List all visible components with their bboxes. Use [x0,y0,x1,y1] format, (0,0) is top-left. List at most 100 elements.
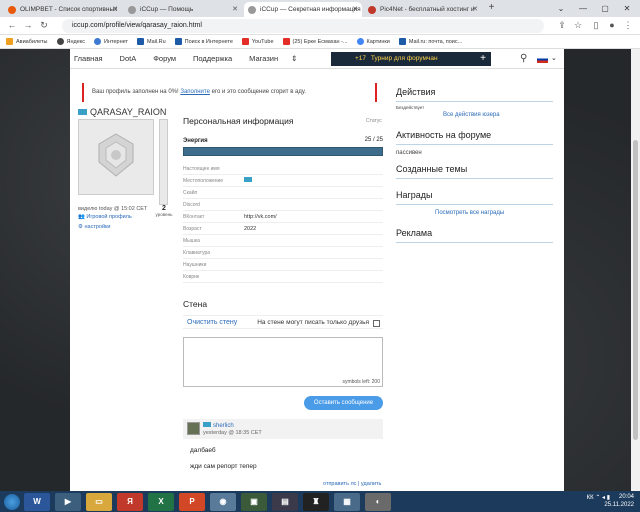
bookmark-item[interactable]: Авиабилеты [6,38,48,45]
forward-icon[interactable]: → [22,20,34,30]
olimpbet-icon [8,5,16,14]
scrollbar-thumb[interactable] [633,140,638,440]
sidebar-icon[interactable]: ▯ [590,20,602,31]
energy-value: 25 / 25 [364,137,383,143]
actions-note: Бездействует [396,105,425,110]
close-icon[interactable]: ✕ [112,5,118,13]
profile-warning: Ваш профиль заполнен на 0%! Заполните ег… [82,83,377,102]
plane-icon [6,38,13,45]
settings-link[interactable]: ⚙ настройки [78,224,111,230]
field-row: ВКонтакт http://vk.com/ [183,211,383,223]
bookmark-item[interactable]: (25) Ерке Есмахан -... [282,38,348,45]
yandex-browser-icon[interactable]: Я [117,492,143,511]
avatar [78,119,154,195]
energy-block: Энергия 25 / 25 [183,137,383,156]
image-viewer-icon[interactable]: ▦ [334,492,360,511]
nav-support[interactable]: Поддержка [193,54,232,63]
wall-message-input[interactable]: symbols left: 200 [183,337,383,387]
tab-olimpbet[interactable]: OLIMPBET - Список спортивных ✕ [4,2,122,17]
send-message-button[interactable]: Оставить сообщение [304,396,383,410]
minimize-icon[interactable]: — [572,0,594,17]
send-pm-link[interactable]: отправить лс [323,481,356,487]
nav-forum[interactable]: Форум [153,54,176,63]
tab-pic4net[interactable]: Pic4Net - бесплатный хостинг и ✕ [364,2,482,17]
mailru-icon [137,38,145,45]
field-row: Клавиатура [183,247,383,259]
app-icon[interactable]: ▣ [241,492,267,511]
game-icon[interactable]: ♜ [303,492,329,511]
field-row: Местоположение [183,175,383,187]
game-profile-link[interactable]: 👥 Игровой профиль [78,214,132,220]
delete-link[interactable]: удалить [361,481,382,487]
nav-home[interactable]: Главная [74,54,103,63]
friends-only-checkbox[interactable] [373,320,380,327]
youtube-icon [241,38,249,45]
bookmark-item[interactable]: YouTube [241,38,274,45]
close-icon[interactable]: ✕ [352,5,358,13]
word-icon[interactable]: W [24,492,50,511]
divider [396,204,553,205]
sort-icon[interactable]: ⇕ [291,54,297,63]
bookmark-item[interactable]: Картинки [356,38,390,45]
close-icon[interactable]: ✕ [472,5,478,13]
all-actions-link[interactable]: Все действия юзера [443,112,500,118]
menu-icon[interactable]: ⋮ [622,20,634,31]
folder-icon[interactable]: ▭ [86,492,112,511]
media-player-icon[interactable]: ▶ [55,492,81,511]
app-icon[interactable]: ◐ [365,492,391,511]
avatar[interactable] [187,422,200,435]
all-awards-link[interactable]: Посмотреть все награды [435,210,504,216]
tab-iccup-secret[interactable]: iCCup — Секретная информация ✕ [244,2,362,17]
flag-icon [244,175,252,187]
close-window-icon[interactable]: ✕ [616,0,638,17]
chrome-icon[interactable]: ◉ [210,492,236,511]
app-icon[interactable]: ▤ [272,492,298,511]
divider [396,178,553,179]
bookmark-item[interactable]: Яндекс [56,38,85,45]
back-icon[interactable]: ← [6,20,18,30]
energy-bar [183,147,383,156]
shield-emblem-icon [98,133,134,177]
field-row: Скайп [183,187,383,199]
nav-shop[interactable]: Магазин [249,54,278,63]
new-tab-button[interactable]: + [486,3,497,14]
fill-profile-link[interactable]: Заполните [180,89,210,95]
tab-title: OLIMPBET - Список спортивных [20,6,118,13]
address-input[interactable]: iccup.com/profile/view/qarasay_raion.htm… [62,19,544,33]
flag-icon [203,422,211,427]
tab-title: Pic4Net - бесплатный хостинг и [380,6,475,13]
post-author[interactable]: sherlich [203,422,234,429]
bookmark-item[interactable]: Поиск в Интернете [174,38,233,45]
field-row: Коврик [183,271,383,283]
star-icon[interactable]: ☆ [572,20,584,31]
start-button[interactable] [4,493,20,510]
plus-icon[interactable]: + [480,52,486,66]
language-flag-icon[interactable] [537,56,548,63]
excel-icon[interactable]: X [148,492,174,511]
flag-icon [78,109,87,115]
yandex-icon [56,38,64,45]
profile-icon[interactable]: ● [606,20,618,30]
level-progress-bar [159,119,168,205]
nav-dota[interactable]: DotA [120,54,137,63]
clear-wall-link[interactable]: Очистить стену [187,319,237,326]
search-icon[interactable]: ⚲ [520,53,527,64]
tab-iccup-help[interactable]: iCCup — Помощь ✕ [124,2,242,17]
chevron-down-icon[interactable]: ⌄ [551,54,557,62]
maximize-icon[interactable]: ▢ [594,0,616,17]
tournament-promo[interactable]: +17 Турнир для форумчан + [331,52,491,66]
ads-title: Реклама [396,228,433,238]
username-header: QARASAY_RAION [78,107,166,117]
clock[interactable]: 20:04 25.11.2022 [604,493,634,509]
actions-title: Действия [396,87,436,97]
bookmark-item[interactable]: Mail.ru: почта, поис... [398,38,462,45]
wall-title: Стена [183,299,208,309]
reload-icon[interactable]: ↻ [38,20,50,31]
friends-only-label: На стене могут писать только друзья [257,319,369,326]
bookmark-item[interactable]: Интернет [94,38,128,45]
close-icon[interactable]: ✕ [232,5,238,13]
tab-search-icon[interactable]: ⌄ [550,0,572,17]
share-icon[interactable]: ⇪ [556,20,568,31]
powerpoint-icon[interactable]: P [179,492,205,511]
bookmark-item[interactable]: Mail.Ru [137,38,166,45]
